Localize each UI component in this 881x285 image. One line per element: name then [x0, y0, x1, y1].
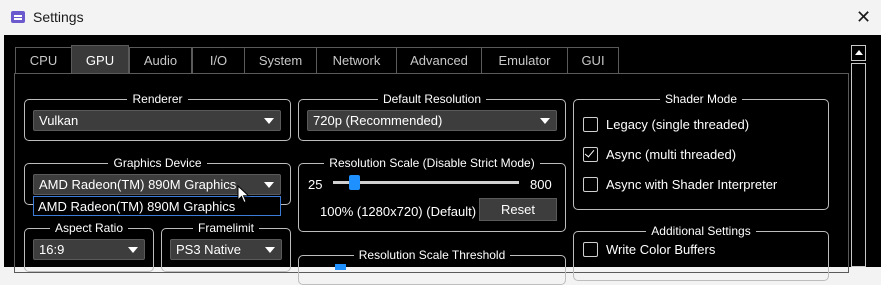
framelimit-select[interactable]: PS3 Native [170, 239, 282, 260]
resolution-scale-group-title: Resolution Scale (Disable Strict Mode) [324, 156, 540, 170]
tab-system[interactable]: System [244, 47, 317, 73]
framelimit-group-title: Framelimit [193, 221, 259, 235]
tab-emulator[interactable]: Emulator [481, 47, 568, 73]
aspect-ratio-value: 16:9 [39, 242, 65, 257]
tab-gui[interactable]: GUI [567, 47, 619, 73]
tab-cpu[interactable]: CPU [15, 47, 72, 73]
checkbox[interactable] [583, 177, 598, 192]
scroll-up-arrow-icon[interactable] [851, 45, 866, 61]
close-button[interactable]: ✕ [846, 0, 881, 35]
chevron-down-icon [265, 247, 275, 253]
close-icon: ✕ [855, 7, 872, 27]
graphics-device-value: AMD Radeon(TM) 890M Graphics [39, 177, 237, 192]
tab-io[interactable]: I/O [192, 47, 245, 73]
tab-audio[interactable]: Audio [129, 47, 192, 73]
checkbox[interactable] [583, 242, 598, 257]
tab-network[interactable]: Network [316, 47, 397, 73]
chevron-down-icon [264, 118, 274, 124]
resolution-scale-slider-track[interactable] [333, 181, 519, 184]
mouse-cursor-icon [237, 185, 250, 204]
tab-gpu[interactable]: GPU [71, 45, 129, 74]
scrollbar-thumb[interactable] [851, 63, 866, 267]
resolution-scale-current: 100% (1280x720) (Default) [320, 204, 477, 219]
renderer-select[interactable]: Vulkan [33, 110, 281, 131]
settings-app-icon [11, 11, 25, 23]
resolution-scale-threshold-group: Resolution Scale Threshold [298, 248, 566, 285]
checkbox[interactable] [583, 117, 598, 132]
chevron-down-icon [540, 118, 550, 124]
framelimit-value: PS3 Native [176, 242, 242, 257]
chevron-down-icon [128, 247, 138, 253]
shader-legacy-option[interactable]: Legacy (single threaded) [583, 117, 749, 132]
tab-advanced[interactable]: Advanced [396, 47, 482, 73]
aspect-ratio-select[interactable]: 16:9 [33, 239, 145, 260]
checkbox-checked[interactable] [583, 147, 598, 162]
resolution-scale-threshold-group-title: Resolution Scale Threshold [353, 248, 511, 262]
write-color-buffers-label: Write Color Buffers [606, 242, 716, 257]
aspect-ratio-group-title: Aspect Ratio [49, 221, 129, 235]
title-bar [0, 0, 881, 35]
renderer-value: Vulkan [39, 113, 79, 128]
window-title: Settings [33, 9, 84, 25]
chevron-down-icon [264, 182, 274, 188]
resolution-scale-min: 25 [308, 177, 323, 192]
shader-async-label: Async (multi threaded) [606, 147, 737, 162]
renderer-group-title: Renderer [127, 92, 188, 106]
resolution-scale-max: 800 [530, 177, 552, 192]
shader-async-option[interactable]: Async (multi threaded) [583, 147, 736, 162]
shader-mode-group-title: Shader Mode [659, 92, 743, 106]
additional-settings-group-title: Additional Settings [646, 224, 756, 238]
shader-legacy-label: Legacy (single threaded) [606, 117, 750, 132]
shader-async-interpreter-option[interactable]: Async with Shader Interpreter [583, 177, 777, 192]
resolution-scale-slider-handle[interactable] [349, 175, 360, 190]
reset-button[interactable]: Reset [479, 198, 557, 221]
threshold-slider-handle[interactable] [335, 264, 346, 270]
shader-async-interpreter-label: Async with Shader Interpreter [606, 177, 778, 192]
default-resolution-group-title: Default Resolution [377, 92, 487, 106]
graphics-device-group-title: Graphics Device [108, 156, 207, 170]
default-resolution-select[interactable]: 720p (Recommended) [307, 110, 557, 131]
default-resolution-value: 720p (Recommended) [313, 113, 443, 128]
write-color-buffers-option[interactable]: Write Color Buffers [583, 242, 715, 257]
